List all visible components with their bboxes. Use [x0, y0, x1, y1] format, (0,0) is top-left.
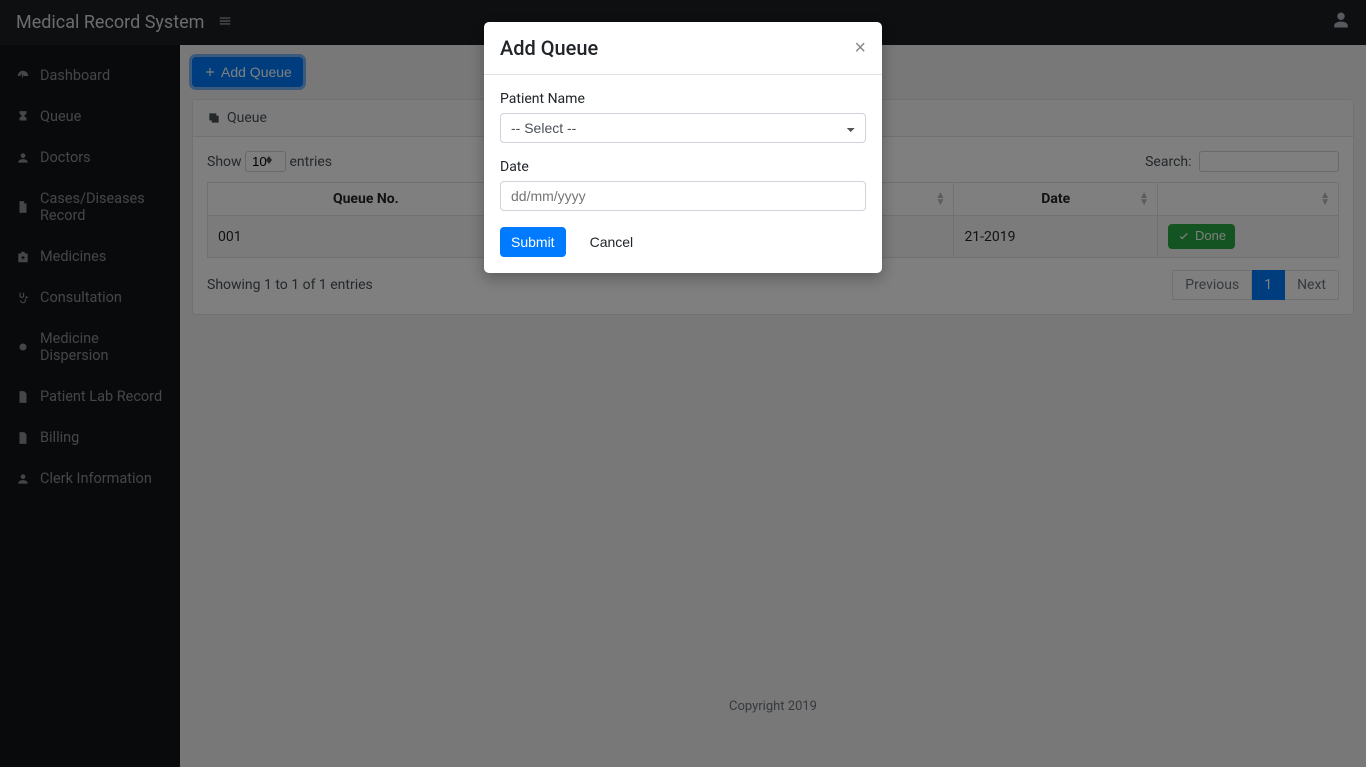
cancel-button[interactable]: Cancel	[580, 228, 644, 256]
add-queue-modal: Add Queue × Patient Name -- Select -- Da…	[484, 22, 882, 273]
close-icon[interactable]: ×	[854, 38, 866, 58]
patient-name-label: Patient Name	[500, 91, 866, 107]
date-input[interactable]	[500, 181, 866, 211]
modal-title: Add Queue	[500, 36, 598, 60]
patient-name-select[interactable]: -- Select --	[500, 113, 866, 143]
date-label: Date	[500, 159, 866, 175]
submit-button[interactable]: Submit	[500, 227, 566, 257]
